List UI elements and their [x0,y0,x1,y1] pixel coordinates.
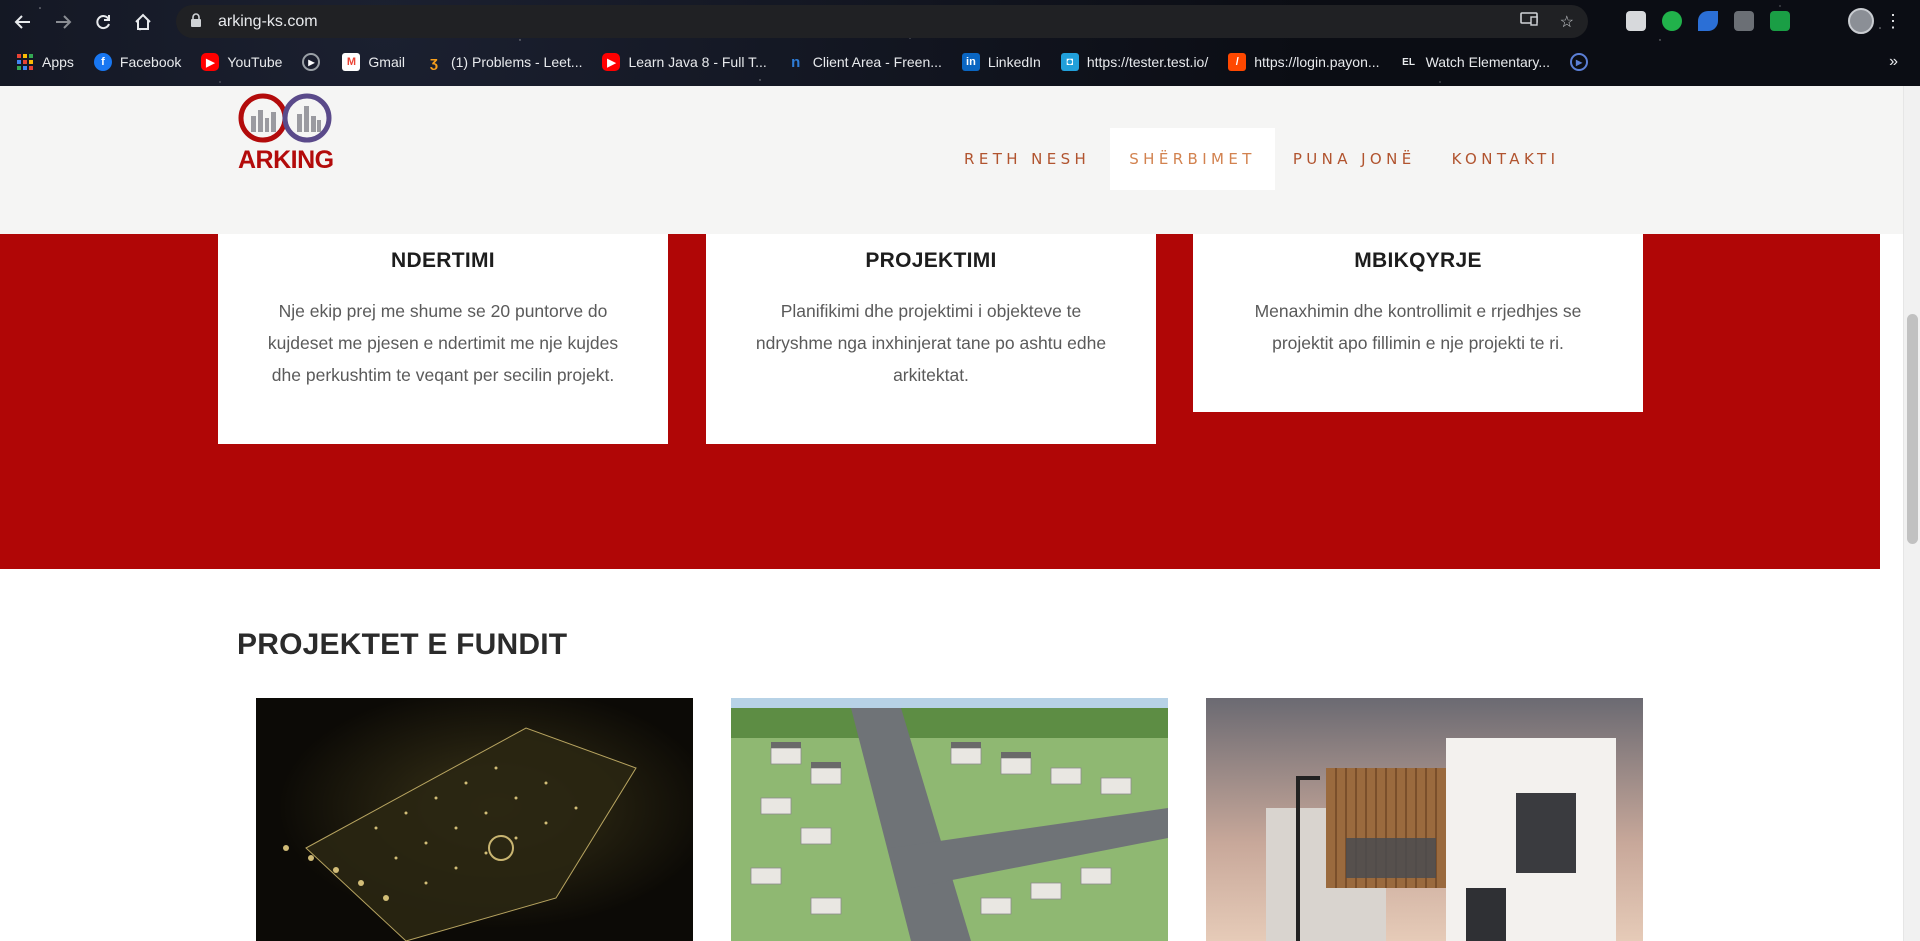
bookmark-facebook[interactable]: f Facebook [93,47,182,77]
service-title: PROJEKTIMI [865,249,997,272]
bookmark-label: Apps [42,54,74,70]
bookmark-apps[interactable]: Apps [16,47,74,77]
page-viewport: NDERTIMI Nje ekip prej me shume se 20 pu… [0,86,1920,941]
extensions-area [1626,8,1790,34]
bookmark-player[interactable]: ▶ [302,47,328,77]
services-section: NDERTIMI Nje ekip prej me shume se 20 pu… [0,206,1880,569]
bookmark-label: Learn Java 8 - Full T... [628,54,767,70]
leetcode-icon: ʒ [430,53,438,71]
night-aerial-settlement-image [256,698,693,941]
address-bar[interactable]: arking-ks.com ☆ [176,5,1588,38]
bookmark-extra[interactable]: ▶ [1570,47,1596,77]
project-image-1[interactable] [256,698,693,941]
reload-button[interactable] [86,5,120,39]
bookmark-java-video[interactable]: ▶ Learn Java 8 - Full T... [602,47,767,77]
bookmark-label: (1) Problems - Leet... [450,54,583,70]
project-image-3[interactable] [1206,698,1643,941]
browser-toolbar: arking-ks.com ☆ ⋮ [0,0,1920,43]
testio-icon: ◘ [1060,53,1079,71]
lock-icon [190,13,208,30]
site-header: ARKING RETH NESH SHËRBIMET PUNA JONË KON… [0,86,1903,234]
cube-extension-icon[interactable] [1626,11,1646,31]
bookmark-label: Client Area - Freen... [812,54,942,70]
play-circle-icon: ▶ [302,53,321,71]
bookmark-payoneer[interactable]: / https://login.payon... [1228,47,1380,77]
arrow-left-icon [14,14,30,29]
star-bookmark-icon[interactable]: ☆ [1560,12,1574,32]
youtube-icon: ▶ [201,53,220,71]
logo-rings-icon [238,93,332,143]
reload-icon [96,14,110,29]
nav-reth-nesh[interactable]: RETH NESH [946,128,1108,190]
pdf-extension-icon[interactable] [1770,11,1790,31]
bookmark-label: Facebook [119,54,182,70]
payoneer-icon: / [1228,53,1247,71]
aerial-housing-development-image [731,698,1168,941]
section-title-projects: PROJEKTET E FUNDIT [237,628,568,661]
bookmark-label: https://tester.test.io/ [1086,54,1209,70]
forward-button[interactable] [46,5,80,39]
browser-chrome: arking-ks.com ☆ ⋮ Apps f Facebook ▶ YouT… [0,0,1920,86]
main-nav: RETH NESH SHËRBIMET PUNA JONË KONTAKTI [946,128,1577,190]
service-description: Planifikimi dhe projektimi i objekteve t… [755,301,1107,385]
bookmark-linkedin[interactable]: in LinkedIn [961,47,1041,77]
arking-logo[interactable]: ARKING [237,92,337,174]
bookmark-elementary[interactable]: EL Watch Elementary... [1400,47,1550,77]
service-title: NDERTIMI [391,249,495,272]
bookmark-freenom[interactable]: n Client Area - Freen... [787,47,942,77]
scrollbar-thumb[interactable] [1907,314,1918,544]
service-title: MBIKQYRJE [1354,249,1482,272]
bookmark-label: Watch Elementary... [1425,54,1551,70]
doc-extension-icon[interactable] [1734,11,1754,31]
page-scrollbar[interactable] [1903,86,1920,941]
logo-text: ARKING [238,146,334,174]
linkedin-icon: in [961,53,980,71]
service-card-ndertimi: NDERTIMI Nje ekip prej me shume se 20 pu… [218,206,668,444]
home-icon [135,13,151,30]
modern-house-render-image [1206,698,1643,941]
play-circle-icon: ▶ [1570,53,1589,71]
arrow-right-icon [56,14,72,29]
el-icon: EL [1402,56,1415,68]
service-card-projektimi: PROJEKTIMI Planifikimi dhe projektimi i … [706,206,1156,444]
bookmarks-bar: Apps f Facebook ▶ YouTube ▶ M Gmail ʒ (1… [0,47,1920,77]
bookmark-youtube[interactable]: ▶ YouTube [201,47,282,77]
green-extension-icon[interactable] [1662,11,1682,31]
more-bookmarks-icon[interactable]: » [1889,47,1898,77]
bookmark-label: https://login.payon... [1254,54,1380,70]
project-image-2[interactable] [731,698,1168,941]
nav-sherbimet[interactable]: SHËRBIMET [1110,128,1275,190]
bookmark-label: Gmail [368,54,405,70]
facebook-icon: f [93,53,112,71]
cast-icon[interactable] [1519,12,1538,31]
apps-grid-icon [16,53,34,71]
bookmark-label: LinkedIn [987,54,1041,70]
freenom-icon: n [791,53,801,71]
back-button[interactable] [6,5,40,39]
bookmark-label: YouTube [227,54,283,70]
profile-avatar[interactable] [1848,8,1874,34]
gmail-icon: M [342,53,361,71]
home-button[interactable] [126,5,160,39]
youtube-icon: ▶ [602,53,621,71]
service-card-mbikqyrje: MBIKQYRJE Menaxhimin dhe kontrollimit e … [1193,206,1643,412]
nav-puna-jone[interactable]: PUNA JONË [1275,128,1434,190]
bookmark-testio[interactable]: ◘ https://tester.test.io/ [1060,47,1209,77]
menu-kebab-icon[interactable]: ⋮ [1884,8,1902,34]
nav-kontakti[interactable]: KONTAKTI [1434,128,1578,190]
service-description: Menaxhimin dhe kontrollimit e rrjedhjes … [1254,301,1582,353]
bookmark-gmail[interactable]: M Gmail [342,47,405,77]
service-description: Nje ekip prej me shume se 20 puntorve do… [267,301,619,385]
feather-extension-icon[interactable] [1698,11,1718,31]
url-text[interactable]: arking-ks.com [218,13,318,31]
omnibox-actions: ☆ [1519,5,1574,38]
bookmark-leetcode[interactable]: ʒ (1) Problems - Leet... [425,47,583,77]
